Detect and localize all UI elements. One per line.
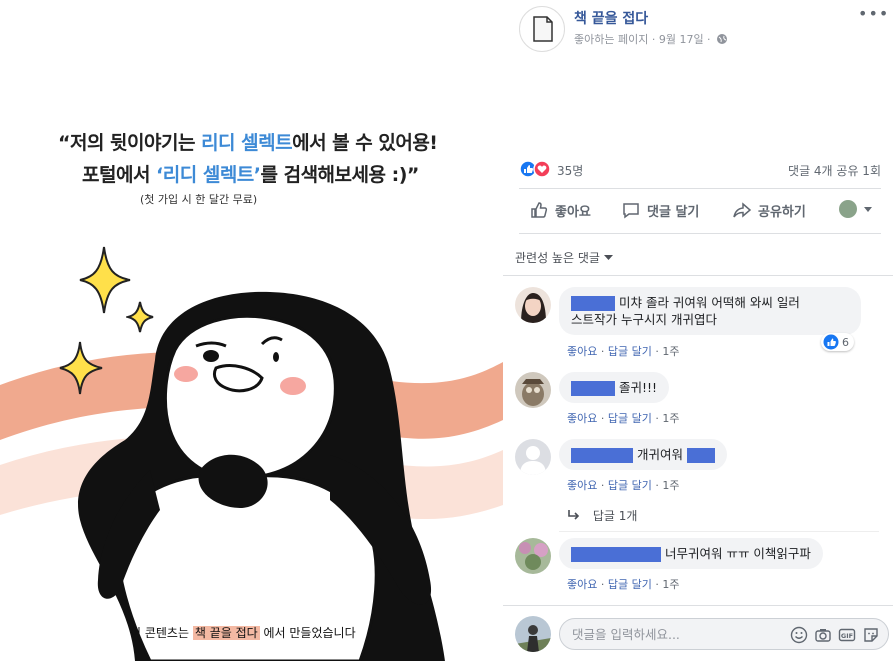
comment-meta: 좋아요 · 답글 달기 · 1주 — [567, 578, 680, 591]
comment-meta: 좋아요 · 답글 달기 · 1주 — [567, 345, 680, 358]
audience-selector[interactable] — [839, 200, 873, 218]
comment-composer: 댓글을 입력하세요... GIF — [515, 616, 889, 652]
comment-reply-link[interactable]: 답글 달기 — [608, 345, 652, 358]
comment-like-link[interactable]: 좋아요 — [567, 345, 597, 358]
comment-like-link[interactable]: 좋아요 — [567, 479, 597, 492]
comment-meta: 좋아요 · 답글 달기 · 1주 — [567, 412, 680, 425]
divider — [559, 531, 879, 532]
user-avatar — [839, 200, 857, 218]
comment-bubble: 미챠 졸라 귀여워 어떡해 와씨 일러 스트작가 누구시지 개귀엽다 — [559, 287, 861, 335]
emoji-icon[interactable] — [790, 626, 808, 644]
post-image[interactable]: “저의 뒷이야기는 리디 셀렉트에서 볼 수 있어용! 포털에서 ‘리디 셀렉트… — [0, 0, 503, 661]
share-button[interactable]: 공유하기 — [732, 200, 806, 220]
post-meta: 좋아하는 페이지 · 9월 17일 · — [574, 31, 728, 47]
quote-line-3: (첫 가입 시 한 달간 무료) — [140, 193, 258, 206]
view-replies-link[interactable]: 답글 1개 — [567, 507, 637, 524]
comment-reply-link[interactable]: 답글 달기 — [608, 479, 652, 492]
page-logo-icon — [533, 16, 553, 42]
comment-button[interactable]: 댓글 달기 — [621, 200, 699, 220]
divider — [519, 188, 881, 189]
page-name-link[interactable]: 책 끝을 접다 — [574, 8, 648, 28]
comment-reply-link[interactable]: 답글 달기 — [608, 578, 652, 591]
post-sidebar: 책 끝을 접다 좋아하는 페이지 · 9월 17일 · ••• 35명 댓글 4… — [503, 0, 893, 661]
comment-filter-dropdown[interactable]: 관련성 높은 댓글 — [515, 249, 613, 266]
camera-icon[interactable] — [814, 626, 832, 644]
reactions-row[interactable]: 35명 댓글 4개 공유 1회 — [519, 160, 881, 180]
comment-bubble: 졸귀!!! — [559, 372, 670, 403]
divider — [503, 605, 893, 606]
comment-input[interactable]: 댓글을 입력하세요... GIF — [559, 618, 889, 650]
redacted-username[interactable] — [571, 296, 615, 311]
love-reaction-icon — [533, 160, 551, 178]
comment-bubble: 개귀여워 — [559, 439, 727, 470]
comment-icon — [623, 203, 639, 219]
image-caption: 이 콘텐츠는 책 끝을 접다 에서 만들었습니다 — [130, 626, 356, 640]
commenter-avatar[interactable] — [515, 538, 551, 574]
comment-share-count[interactable]: 댓글 4개 공유 1회 — [788, 162, 881, 179]
comment-reply-link[interactable]: 답글 달기 — [608, 412, 652, 425]
more-options-button[interactable]: ••• — [858, 4, 889, 23]
divider — [519, 233, 881, 234]
reaction-count[interactable]: 35명 — [557, 162, 583, 179]
commenter-avatar[interactable] — [515, 287, 551, 323]
reply-arrow-icon — [568, 510, 580, 520]
penguin-illustration — [78, 291, 445, 661]
redacted-username[interactable] — [571, 448, 633, 463]
like-button[interactable]: 좋아요 — [529, 200, 591, 220]
sticker-icon[interactable] — [862, 626, 880, 644]
like-reaction-icon — [823, 334, 839, 350]
comment-like-badge[interactable]: 6 — [821, 333, 854, 351]
divider — [503, 275, 893, 276]
redacted-tag[interactable] — [686, 448, 715, 463]
gif-icon[interactable]: GIF — [838, 626, 856, 644]
caret-down-icon — [864, 207, 872, 212]
thumbs-up-icon — [531, 202, 548, 218]
redacted-username[interactable] — [571, 381, 615, 396]
globe-icon — [717, 34, 728, 44]
svg-text:GIF: GIF — [841, 632, 853, 640]
page-avatar[interactable] — [519, 6, 565, 52]
redacted-username[interactable] — [571, 547, 661, 562]
share-icon — [733, 202, 752, 218]
composer-icons: GIF — [790, 626, 880, 644]
quote-line-1: “저의 뒷이야기는 리디 셀렉트에서 볼 수 있어용! — [58, 132, 438, 154]
comment-like-link[interactable]: 좋아요 — [567, 412, 597, 425]
commenter-avatar[interactable] — [515, 372, 551, 408]
comment-meta: 좋아요 · 답글 달기 · 1주 — [567, 479, 680, 492]
commenter-avatar[interactable] — [515, 439, 551, 475]
current-user-avatar[interactable] — [515, 616, 551, 652]
quote-line-2: 포털에서 ‘리디 셀렉트’를 검색해보세용 :)” — [82, 164, 419, 186]
caret-down-icon — [603, 255, 613, 260]
comment-like-link[interactable]: 좋아요 — [567, 578, 597, 591]
comment-bubble: 너무귀여워 ㅠㅠ 이책읽구파 — [559, 538, 823, 569]
